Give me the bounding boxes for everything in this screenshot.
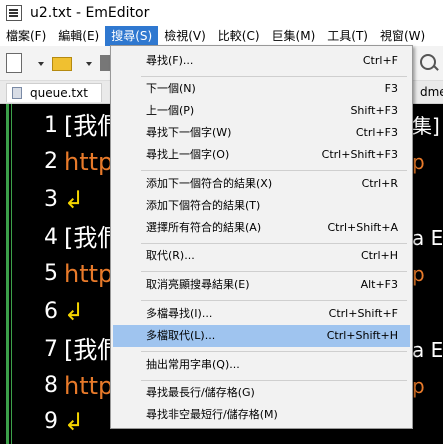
menu-item-find-previous[interactable]: 上一個(P) Shift+F3 [113,100,410,122]
menu-separator [141,243,407,244]
window-title: u2.txt - EmEditor [30,5,150,21]
line-number: 1 [44,113,58,138]
menu-item-extract-frequent-strings[interactable]: 抽出常用字串(Q)... [113,354,410,376]
menu-item-replace-in-files[interactable]: 多檔取代(L)... Ctrl+Shift+H [113,325,410,347]
tab-label: queue.txt [30,86,88,100]
line-text: http [64,148,114,176]
menu-bar: 檔案(F) 編輯(E) 搜尋(S) 檢視(V) 比較(C) 巨集(M) 工具(T… [0,26,443,46]
menu-search[interactable]: 搜尋(S) [105,26,159,46]
line-text-tail: 集] [412,114,440,138]
menu-view[interactable]: 檢視(V) [158,26,212,46]
search-menu-dropdown: 尋找(F)... Ctrl+F 下一個(N) F3 上一個(P) Shift+F3 尋… [110,45,413,429]
line-number: 2 [44,149,58,174]
new-dropdown-arrow-icon[interactable] [38,62,44,66]
open-dropdown-arrow-icon[interactable] [86,62,92,66]
line-text: http [64,372,114,400]
menu-separator [141,170,407,171]
app-icon [6,5,22,21]
menu-item-find-next-word[interactable]: 尋找下一個字(W) Ctrl+F3 [113,122,410,144]
menu-item-add-match[interactable]: 添加下個符合的結果(T) [113,195,410,217]
line-text-tail: a E [412,226,443,250]
line-text-tail: p [412,150,425,174]
line-text-tail: p [412,262,425,286]
line-number: 3 [44,187,58,212]
menu-separator [141,300,407,301]
tab-queue[interactable]: queue.txt [6,83,102,102]
new-file-icon[interactable] [6,53,22,73]
menu-macros[interactable]: 巨集(M) [266,26,322,46]
menu-item-find-in-files[interactable]: 多檔尋找(I)... Ctrl+Shift+F [113,303,410,325]
line-number: 6 [44,299,58,324]
menu-separator [141,76,407,77]
line-number: 9 [44,409,58,434]
menu-file[interactable]: 檔案(F) [0,26,52,46]
search-icon[interactable] [420,54,436,70]
menu-compare[interactable]: 比較(C) [212,26,266,46]
open-folder-icon[interactable] [52,57,72,71]
menu-item-find-next[interactable]: 下一個(N) F3 [113,78,410,100]
line-number: 8 [44,373,58,398]
document-icon [12,87,22,99]
line-number: 4 [44,225,58,250]
menu-separator [141,271,407,272]
line-text: ↲ [64,408,85,436]
line-number: 7 [44,337,58,362]
line-text-tail: a E [412,338,443,362]
title-bar: u2.txt - EmEditor [0,0,443,26]
menu-item-select-all-matches[interactable]: 選擇所有符合的結果(A) Ctrl+Shift+A [113,217,410,239]
tab-partial[interactable]: dme [420,85,443,99]
menu-item-find-previous-word[interactable]: 尋找上一個字(O) Ctrl+Shift+F3 [113,144,410,166]
menu-item-replace[interactable]: 取代(R)... Ctrl+H [113,245,410,267]
menu-item-find-shortest-line[interactable]: 尋找非空最短行/儲存格(M) [113,404,410,426]
menu-separator [141,380,407,381]
menu-item-find-longest-line[interactable]: 尋找最長行/儲存格(G) [113,382,410,404]
save-icon[interactable] [100,55,110,71]
menu-item-clear-highlight[interactable]: 取消亮顯搜尋結果(E) Alt+F3 [113,274,410,296]
line-text-tail: p [412,374,425,398]
menu-tools[interactable]: 工具(T) [321,26,374,46]
line-text: ↲ [64,186,85,214]
menu-edit[interactable]: 編輯(E) [52,26,105,46]
menu-separator [141,351,407,352]
line-text: http [64,260,114,288]
line-text: ↲ [64,298,85,326]
line-number: 5 [44,261,58,286]
menu-item-find[interactable]: 尋找(F)... Ctrl+F [113,50,410,72]
menu-item-add-next-match[interactable]: 添加下一個符合的結果(X) Ctrl+R [113,173,410,195]
menu-window[interactable]: 視窗(W) [374,26,431,46]
